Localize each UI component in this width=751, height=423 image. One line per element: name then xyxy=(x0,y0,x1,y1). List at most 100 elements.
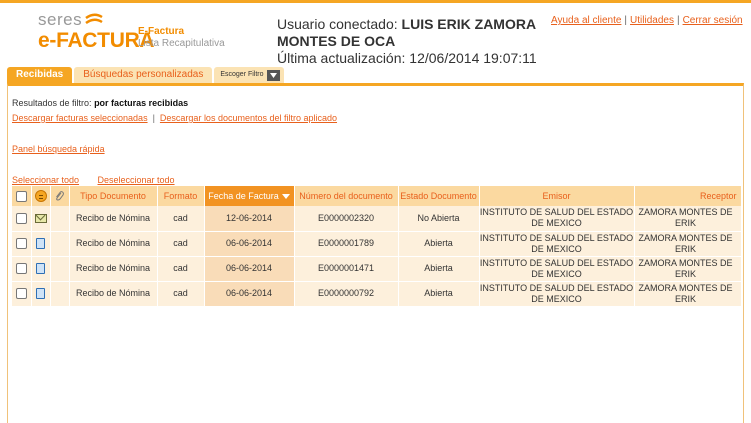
cell-fecha: 12-06-2014 xyxy=(204,206,295,232)
row-checkbox-cell xyxy=(12,206,32,232)
cell-emisor: INSTITUTO DE SALUD DEL ESTADO DE MEXICO xyxy=(479,256,635,282)
filter-label: Resultados de filtro: xyxy=(12,98,92,108)
row-attachment-cell xyxy=(50,281,70,307)
logout-link[interactable]: Cerrar sesión xyxy=(683,15,743,26)
header-estado-documento[interactable]: Estado Documento xyxy=(398,186,480,206)
cell-receptor: ZAMORA MONTES DE ERIK xyxy=(634,231,742,257)
document-icon xyxy=(36,238,45,250)
cell-numero: E0000000792 xyxy=(294,281,399,307)
header-receptor[interactable]: Receptor xyxy=(634,186,742,206)
header-attachment-cell xyxy=(50,186,70,206)
cell-emisor: INSTITUTO DE SALUD DEL ESTADO DE MEXICO xyxy=(479,231,635,257)
quick-search-container: Panel búsqueda rápida xyxy=(12,139,105,157)
product-name: E-Factura xyxy=(138,26,185,37)
document-icon xyxy=(36,263,45,275)
section-name: Lista Recapitulativa xyxy=(138,38,225,49)
quick-search-link[interactable]: Panel búsqueda rápida xyxy=(12,144,105,154)
download-filter-link[interactable]: Descargar los documentos del filtro apli… xyxy=(160,113,337,123)
logo-swirl-icon xyxy=(85,13,103,25)
top-accent-bar xyxy=(0,0,751,3)
separator: | xyxy=(624,15,628,26)
row-icon-cell xyxy=(31,206,51,232)
sort-desc-icon xyxy=(281,194,290,200)
table-row[interactable]: Recibo de Nómina cad 06-06-2014 E0000000792… xyxy=(12,281,742,307)
header-numero-documento[interactable]: Número del documento xyxy=(294,186,399,206)
cell-emisor: INSTITUTO DE SALUD DEL ESTADO DE MEXICO xyxy=(479,206,635,232)
cell-formato: cad xyxy=(157,281,205,307)
filter-dropdown[interactable]: Escoger Filtro xyxy=(214,67,284,83)
header-formato[interactable]: Formato xyxy=(157,186,205,206)
cell-formato: cad xyxy=(157,256,205,282)
cell-receptor: ZAMORA MONTES DE ERIK xyxy=(634,281,742,307)
cell-numero: E0000002320 xyxy=(294,206,399,232)
row-checkbox-cell xyxy=(12,231,32,257)
help-link[interactable]: Ayuda al cliente xyxy=(551,15,621,26)
header-select-cell xyxy=(12,186,32,206)
cell-formato: cad xyxy=(157,231,205,257)
filter-summary: Resultados de filtro: por facturas recib… xyxy=(12,98,188,108)
document-icon xyxy=(36,288,45,300)
table-row[interactable]: Recibo de Nómina cad 06-06-2014 E0000001789… xyxy=(12,231,742,257)
row-checkbox[interactable] xyxy=(15,288,27,300)
filter-dropdown-label: Escoger Filtro xyxy=(220,71,264,78)
table-row[interactable]: Recibo de Nómina cad 12-06-2014 E0000002320… xyxy=(12,206,742,232)
tab-busquedas[interactable]: Búsquedas personalizadas xyxy=(74,67,213,83)
cell-receptor: ZAMORA MONTES DE ERIK xyxy=(634,256,742,282)
top-links: Ayuda al cliente | Utilidades | Cerrar sesió… xyxy=(551,15,743,26)
row-icon-cell xyxy=(31,256,51,282)
logo-efactura-text: e-FACTURA xyxy=(38,29,155,52)
cell-fecha: 06-06-2014 xyxy=(204,281,295,307)
header-fecha-factura[interactable]: Fecha de Factura xyxy=(204,186,295,206)
cell-tipo: Recibo de Nómina xyxy=(69,231,158,257)
cell-estado: Abierta xyxy=(398,231,480,257)
status-circle-icon xyxy=(34,190,47,202)
cell-estado: No Abierta xyxy=(398,206,480,232)
cell-estado: Abierta xyxy=(398,281,480,307)
cell-tipo: Recibo de Nómina xyxy=(69,206,158,232)
select-all-checkbox[interactable] xyxy=(15,190,27,202)
user-label: Usuario conectado: xyxy=(277,16,398,32)
seres-logo: seres e-FACTURA xyxy=(38,10,155,56)
row-attachment-cell xyxy=(50,256,70,282)
row-checkbox-cell xyxy=(12,256,32,282)
select-all-link[interactable]: Seleccionar todo xyxy=(12,175,79,185)
app-subtitle: E-Factura Lista Recapitulativa xyxy=(138,26,225,50)
row-checkbox[interactable] xyxy=(15,238,27,250)
cell-emisor: INSTITUTO DE SALUD DEL ESTADO DE MEXICO xyxy=(479,281,635,307)
table-header-row: Tipo Documento Formato Fecha de Factura … xyxy=(12,186,742,206)
envelope-icon xyxy=(34,213,47,223)
tab-bar: Recibidas Búsquedas personalizadas Escog… xyxy=(7,67,284,83)
tab-recibidas[interactable]: Recibidas xyxy=(7,67,73,83)
row-icon-cell xyxy=(31,281,51,307)
row-attachment-cell xyxy=(50,231,70,257)
separator: | xyxy=(152,113,155,123)
header-emisor[interactable]: Emisor xyxy=(479,186,635,206)
row-icon-cell xyxy=(31,231,51,257)
header-status-cell xyxy=(31,186,51,206)
filter-value: por facturas recibidas xyxy=(94,98,189,108)
cell-estado: Abierta xyxy=(398,256,480,282)
row-checkbox-cell xyxy=(12,281,32,307)
cell-fecha: 06-06-2014 xyxy=(204,256,295,282)
utilities-link[interactable]: Utilidades xyxy=(630,15,674,26)
last-update-value: 12/06/2014 19:07:11 xyxy=(409,50,537,66)
separator: | xyxy=(676,15,680,26)
cell-tipo: Recibo de Nómina xyxy=(69,281,158,307)
row-checkbox[interactable] xyxy=(15,263,27,275)
cell-receptor: ZAMORA MONTES DE ERIK xyxy=(634,206,742,232)
chevron-down-icon xyxy=(266,69,280,81)
cell-tipo: Recibo de Nómina xyxy=(69,256,158,282)
paperclip-icon xyxy=(56,191,64,201)
table-row[interactable]: Recibo de Nómina cad 06-06-2014 E0000001471… xyxy=(12,256,742,282)
deselect-all-link[interactable]: Deseleccionar todo xyxy=(98,175,175,185)
user-info: Usuario conectado: LUIS ERIK ZAMORA MONT… xyxy=(277,16,547,67)
download-selected-link[interactable]: Descargar facturas seleccionadas xyxy=(12,113,148,123)
cell-numero: E0000001789 xyxy=(294,231,399,257)
invoice-table: Tipo Documento Formato Fecha de Factura … xyxy=(12,186,742,307)
cell-numero: E0000001471 xyxy=(294,256,399,282)
header-fecha-label: Fecha de Factura xyxy=(208,191,279,201)
row-attachment-cell xyxy=(50,206,70,232)
header-tipo-documento[interactable]: Tipo Documento xyxy=(69,186,158,206)
cell-formato: cad xyxy=(157,206,205,232)
row-checkbox[interactable] xyxy=(15,212,27,224)
